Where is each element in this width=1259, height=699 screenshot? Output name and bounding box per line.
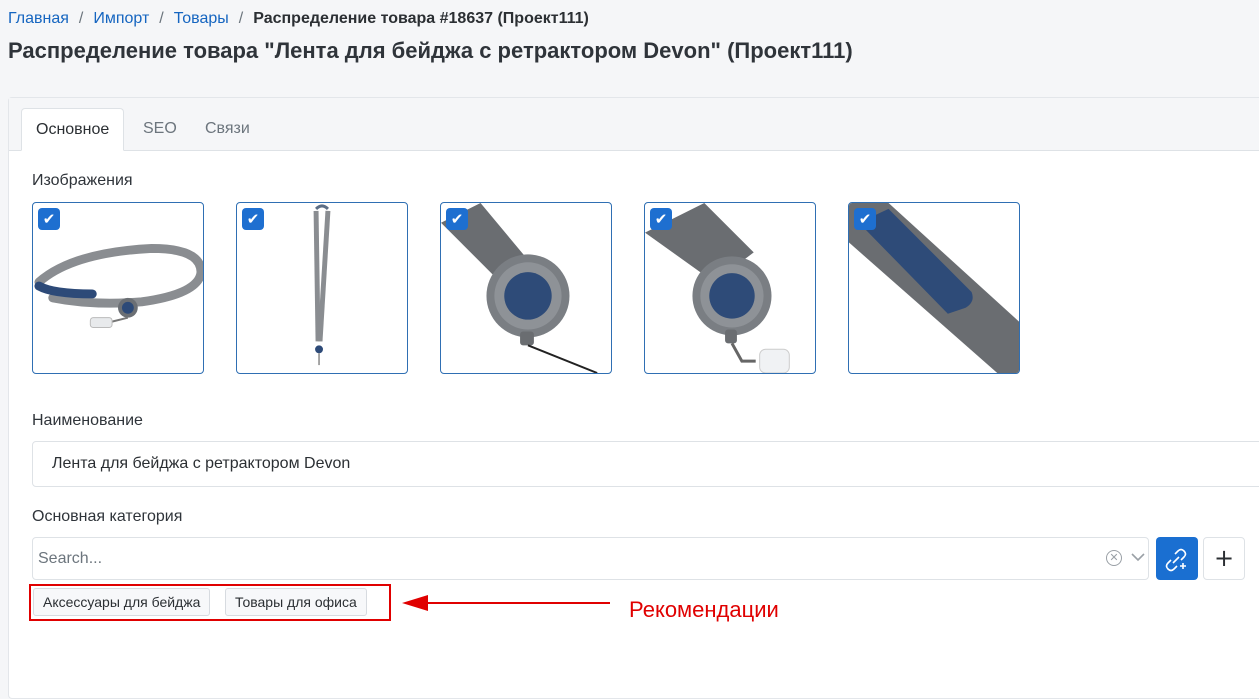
image-thumbnail-1[interactable]: ✔	[32, 202, 204, 374]
checkbox-checked-icon[interactable]: ✔	[446, 208, 468, 230]
checkbox-checked-icon[interactable]: ✔	[242, 208, 264, 230]
images-label: Изображения	[32, 172, 133, 189]
breadcrumb: Главная / Импорт / Товары / Распределение това…	[8, 10, 589, 28]
breadcrumb-current: Распределение товара #18637 (Проект111)	[253, 10, 589, 27]
link-plus-icon	[1165, 548, 1187, 572]
tab-links[interactable]: Связи	[191, 108, 264, 150]
checkbox-checked-icon[interactable]: ✔	[650, 208, 672, 230]
breadcrumb-link-import[interactable]: Импорт	[93, 10, 149, 27]
name-label: Наименование	[32, 412, 143, 429]
image-thumbnail-2[interactable]: ✔	[236, 202, 408, 374]
category-search-input[interactable]	[33, 538, 1098, 579]
image-thumbnail-3[interactable]: ✔	[440, 202, 612, 374]
breadcrumb-link-home[interactable]: Главная	[8, 10, 69, 27]
tab-bar: Основное SEO Связи	[9, 98, 1259, 151]
annotation-label: Рекомендации	[629, 597, 779, 622]
breadcrumb-separator: /	[78, 10, 84, 27]
category-label: Основная категория	[32, 508, 183, 525]
annotation-arrow-icon	[402, 595, 610, 611]
category-select[interactable]: ✕	[32, 537, 1149, 580]
add-category-button[interactable]: +	[1203, 537, 1245, 580]
page-title: Распределение товара "Лента для бейджа с…	[8, 38, 853, 63]
breadcrumb-separator: /	[159, 10, 164, 27]
annotation-highlight-box	[29, 584, 391, 621]
breadcrumb-separator: /	[238, 10, 244, 27]
tab-seo[interactable]: SEO	[129, 108, 191, 150]
name-input[interactable]: Лента для бейджа с ретрактором Devon	[32, 441, 1259, 487]
checkbox-checked-icon[interactable]: ✔	[854, 208, 876, 230]
link-category-button[interactable]	[1156, 537, 1198, 580]
clear-icon[interactable]: ✕	[1106, 550, 1122, 566]
chevron-down-icon[interactable]	[1129, 548, 1147, 566]
checkbox-checked-icon[interactable]: ✔	[38, 208, 60, 230]
tab-main[interactable]: Основное	[21, 108, 125, 151]
image-thumbnail-5[interactable]: ✔	[848, 202, 1020, 374]
breadcrumb-link-products[interactable]: Товары	[174, 10, 229, 27]
image-thumbnail-4[interactable]: ✔	[644, 202, 816, 374]
